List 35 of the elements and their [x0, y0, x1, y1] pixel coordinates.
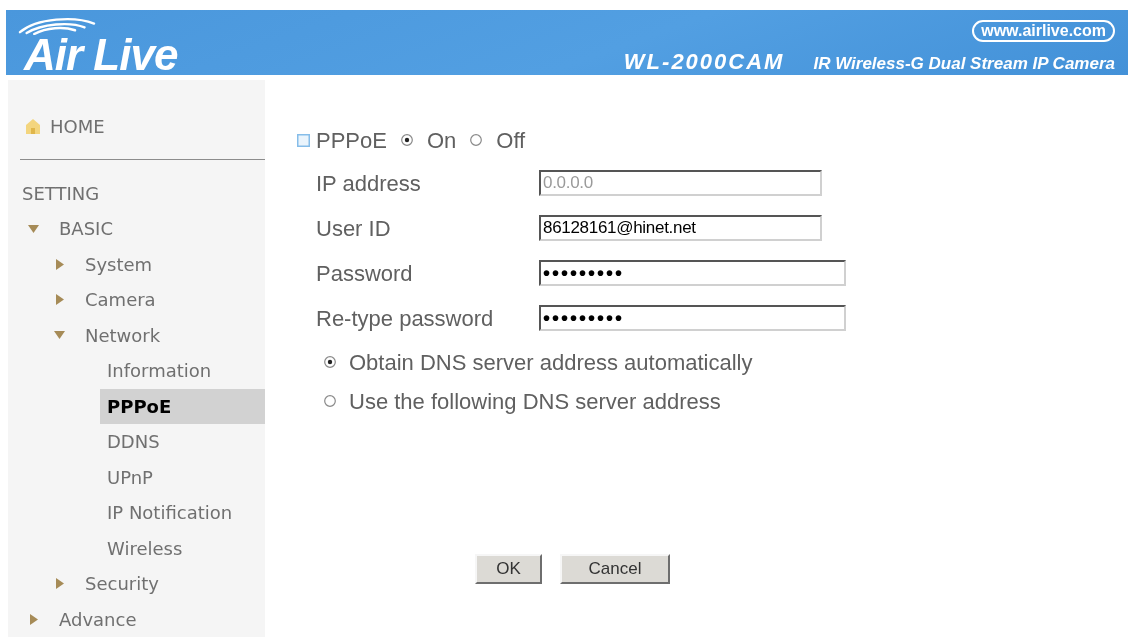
sidebar-item[interactable]: Network [8, 317, 161, 353]
sidebar-item[interactable]: Security [8, 566, 159, 602]
field-label: Re-type password [316, 304, 495, 333]
sidebar-item[interactable]: Advance [8, 601, 137, 637]
url-badge[interactable]: www.airlive.com [972, 20, 1115, 42]
logo-text: Air Live [24, 35, 178, 75]
field-label: User ID [316, 214, 392, 243]
sidebar-item[interactable]: BASIC [8, 211, 113, 247]
house-icon [25, 117, 41, 135]
sidebar-item[interactable]: Information [100, 353, 218, 389]
sidebar-item[interactable]: DDNS [100, 424, 166, 460]
sidebar-item[interactable]: Wireless [100, 530, 189, 566]
product-title: IR Wireless-G Dual Stream IP Camera [813, 54, 1115, 74]
section-title: PPPoE [316, 126, 387, 155]
sidebar-item[interactable]: System [8, 246, 153, 282]
radio-option[interactable]: Off [470, 123, 526, 157]
action-button[interactable]: OK [475, 554, 542, 584]
sidebar-item[interactable]: IP Notification [100, 495, 239, 531]
password-field[interactable]: ••••••••• [539, 305, 846, 331]
square-bullet-icon [297, 133, 310, 147]
sidebar-item[interactable]: PPPoE [100, 388, 265, 424]
action-button[interactable]: Cancel [560, 554, 670, 584]
radio-option[interactable]: Obtain DNS server address automatically [324, 349, 753, 375]
sidebar-item[interactable]: UPnP [100, 459, 159, 495]
field-label: Password [316, 259, 414, 288]
radio-option[interactable]: On [400, 123, 457, 157]
radio-option[interactable]: Use the following DNS server address [324, 388, 721, 414]
model-name: WL-2000CAM [623, 50, 785, 74]
signal-arcs-icon [16, 16, 98, 35]
sidebar-item[interactable]: Camera [8, 282, 156, 318]
text-field[interactable]: 86128161@hinet.net [539, 215, 822, 241]
field-label: IP address [316, 169, 422, 198]
password-field[interactable]: ••••••••• [539, 260, 846, 286]
section-heading: SETTING [22, 182, 100, 206]
home-link[interactable]: HOME [25, 108, 105, 144]
